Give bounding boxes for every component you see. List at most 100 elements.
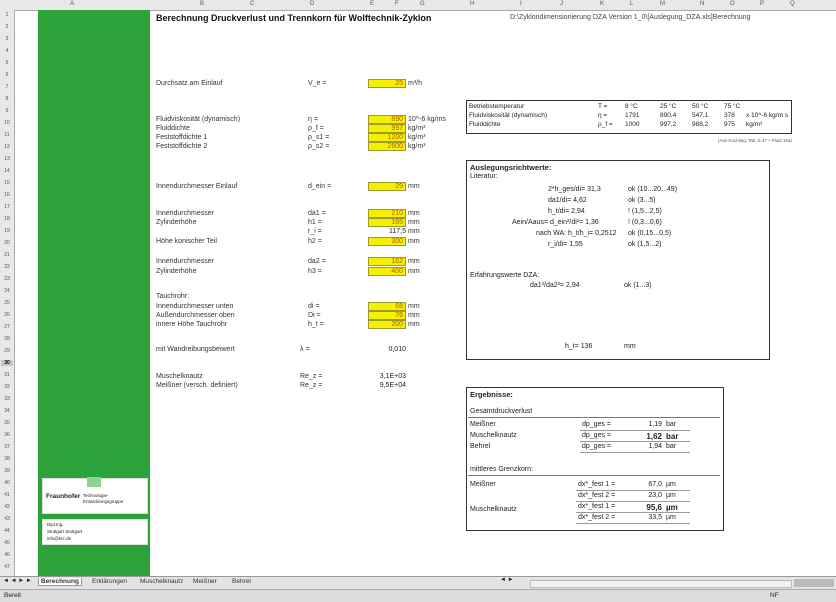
input-field[interactable]: 890 — [368, 115, 406, 124]
row-header-37[interactable]: 37 — [1, 444, 13, 450]
column-header-m[interactable]: M — [660, 1, 665, 7]
input-field[interactable]: 400 — [368, 267, 406, 276]
result-value: 1,94 — [648, 443, 662, 450]
row-header-5[interactable]: 5 — [1, 60, 13, 66]
row-header-42[interactable]: 42 — [1, 504, 13, 510]
input-label: Zylinderhöhe — [156, 219, 197, 226]
guide-title: Auslegungsrichtwerte: — [470, 163, 552, 172]
row-header-24[interactable]: 24 — [1, 288, 13, 294]
row-header-41[interactable]: 41 — [1, 492, 13, 498]
row-header-22[interactable]: 22 — [1, 264, 13, 270]
row-header-46[interactable]: 46 — [1, 552, 13, 558]
column-header-j[interactable]: J — [560, 1, 563, 7]
row-header-39[interactable]: 39 — [1, 468, 13, 474]
input-field[interactable]: 25 — [368, 79, 406, 88]
input-field[interactable]: 2600 — [368, 142, 406, 151]
input-symbol: h3 = — [308, 268, 322, 275]
input-field[interactable]: 29 — [368, 182, 406, 191]
row-header-32[interactable]: 32 — [1, 384, 13, 390]
column-header-b[interactable]: B — [200, 1, 204, 7]
row-header-45[interactable]: 45 — [1, 540, 13, 546]
column-header-i[interactable]: I — [520, 1, 522, 7]
row-header-27[interactable]: 27 — [1, 324, 13, 330]
experience-value: da1²/da2²= 2,94 — [530, 282, 580, 289]
row-header-38[interactable]: 38 — [1, 456, 13, 462]
column-header-g[interactable]: G — [420, 1, 425, 7]
row-header-4[interactable]: 4 — [1, 48, 13, 54]
row-header-36[interactable]: 36 — [1, 432, 13, 438]
column-header-n[interactable]: N — [700, 1, 704, 7]
input-label: Innendurchmesser Einlauf — [156, 183, 238, 190]
temp-cell: 75 °C — [724, 103, 741, 110]
row-header-1[interactable]: 1 — [1, 12, 13, 18]
row-header-21[interactable]: 21 — [1, 252, 13, 258]
row-header-34[interactable]: 34 — [1, 408, 13, 414]
grain-unit: µm — [666, 481, 676, 488]
column-header-a[interactable]: A — [70, 1, 74, 7]
row-header-20[interactable]: 20 — [1, 240, 13, 246]
row-header-14[interactable]: 14 — [1, 168, 13, 174]
row-header-29[interactable]: 29 — [1, 348, 13, 354]
column-header-e[interactable]: E — [370, 1, 374, 7]
row-header-26[interactable]: 26 — [1, 312, 13, 318]
row-header-12[interactable]: 12 — [1, 144, 13, 150]
row-header-11[interactable]: 11 — [1, 132, 13, 138]
column-header-f[interactable]: F — [395, 1, 399, 7]
row-header-13[interactable]: 13 — [1, 156, 13, 162]
tab-nav-icon[interactable]: ◄ ◄ ► ► — [3, 578, 32, 584]
row-header-35[interactable]: 35 — [1, 420, 13, 426]
input-field[interactable]: 200 — [368, 320, 406, 329]
column-header-h[interactable]: H — [470, 1, 474, 7]
input-field[interactable]: 300 — [368, 237, 406, 246]
tab-erklrungen[interactable]: Erklärungen — [92, 578, 127, 585]
tab-berechnung[interactable]: Berechnung — [38, 578, 82, 586]
column-header-c[interactable]: C — [250, 1, 254, 7]
row-header-40[interactable]: 40 — [1, 480, 13, 486]
row-header-28[interactable]: 28 — [1, 336, 13, 342]
row-header-2[interactable]: 2 — [1, 24, 13, 30]
row-header-16[interactable]: 16 — [1, 192, 13, 198]
column-header-l[interactable]: L — [630, 1, 633, 7]
row-header-25[interactable]: 25 — [1, 300, 13, 306]
input-field[interactable]: 68 — [368, 302, 406, 311]
row-header-10[interactable]: 10 — [1, 120, 13, 126]
input-unit: mm — [408, 268, 420, 275]
row-header-47[interactable]: 47 — [1, 564, 13, 570]
input-field[interactable]: 165 — [368, 218, 406, 227]
column-header-o[interactable]: O — [730, 1, 735, 7]
result-symbol: dp_ges = — [582, 421, 611, 428]
input-field[interactable]: 162 — [368, 257, 406, 266]
scroll-thumb[interactable] — [794, 579, 834, 587]
input-field[interactable]: 210 — [368, 209, 406, 218]
underline — [576, 490, 690, 491]
row-header-23[interactable]: 23 — [1, 276, 13, 282]
tab-behrel[interactable]: Behrel — [232, 578, 251, 585]
row-header-33[interactable]: 33 — [1, 396, 13, 402]
column-header-k[interactable]: K — [600, 1, 604, 7]
result-unit: bar — [666, 421, 677, 428]
horizontal-scrollbar[interactable] — [530, 580, 792, 588]
row-header-6[interactable]: 6 — [1, 72, 13, 78]
row-header-30[interactable]: 30 — [1, 360, 13, 366]
column-header-p[interactable]: P — [760, 1, 764, 7]
row-header-7[interactable]: 7 — [1, 84, 13, 90]
row-header-3[interactable]: 3 — [1, 36, 13, 42]
row-header-44[interactable]: 44 — [1, 528, 13, 534]
column-header-d[interactable]: D — [310, 1, 314, 7]
input-field[interactable]: 1200 — [368, 133, 406, 142]
input-field[interactable]: 997 — [368, 124, 406, 133]
row-header-19[interactable]: 19 — [1, 228, 13, 234]
row-header-9[interactable]: 9 — [1, 108, 13, 114]
row-header-43[interactable]: 43 — [1, 516, 13, 522]
row-header-17[interactable]: 17 — [1, 204, 13, 210]
row-header-8[interactable]: 8 — [1, 96, 13, 102]
tab-meiner[interactable]: Meißner — [193, 578, 217, 585]
row-header-18[interactable]: 18 — [1, 216, 13, 222]
column-header-q[interactable]: Q — [790, 1, 795, 7]
tab-muschelknautz[interactable]: Muschelknautz — [140, 578, 183, 585]
row-header-31[interactable]: 31 — [1, 372, 13, 378]
input-symbol: η = — [308, 116, 318, 123]
input-field[interactable]: 76 — [368, 311, 406, 320]
row-header-15[interactable]: 15 — [1, 180, 13, 186]
hscroll-left-icon[interactable]: ◄ ► — [500, 577, 514, 583]
